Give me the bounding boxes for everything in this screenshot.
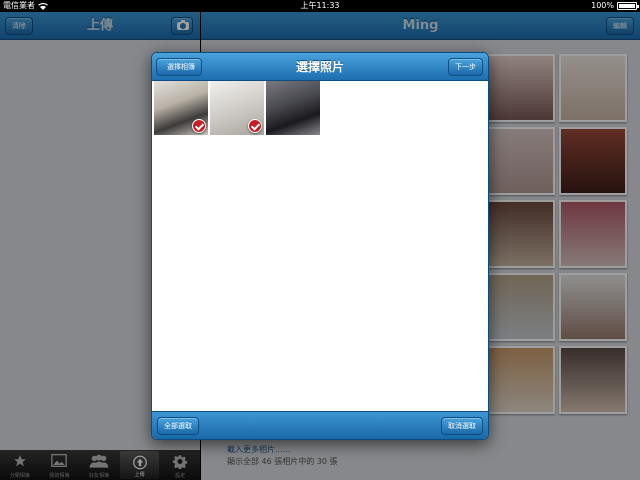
select-all-button[interactable]: 全部選取: [157, 417, 199, 435]
photo-thumbnail[interactable]: [154, 81, 208, 135]
battery-icon: [617, 2, 639, 10]
dialog-header: 選擇照片 選擇相簿 下一步: [152, 53, 488, 81]
clock: 上午11:33: [300, 1, 340, 10]
back-to-albums-button[interactable]: 選擇相簿: [156, 58, 202, 76]
photo-thumbnail[interactable]: [210, 81, 264, 135]
photo-picker: [152, 81, 488, 413]
dialog-title: 選擇照片: [295, 60, 344, 74]
next-button[interactable]: 下一步: [448, 58, 483, 76]
checkmark-icon: [192, 119, 206, 133]
dialog-footer: 全部選取 取消選取: [152, 411, 488, 439]
photo-thumbnail[interactable]: [266, 81, 320, 135]
deselect-all-button[interactable]: 取消選取: [441, 417, 483, 435]
battery-percent: 100%: [591, 1, 614, 10]
select-photos-dialog: 選擇照片 選擇相簿 下一步 全部選取 取消選取: [151, 52, 489, 440]
status-bar: 電信業者 上午11:33 100%: [0, 0, 640, 12]
checkmark-icon: [248, 119, 262, 133]
